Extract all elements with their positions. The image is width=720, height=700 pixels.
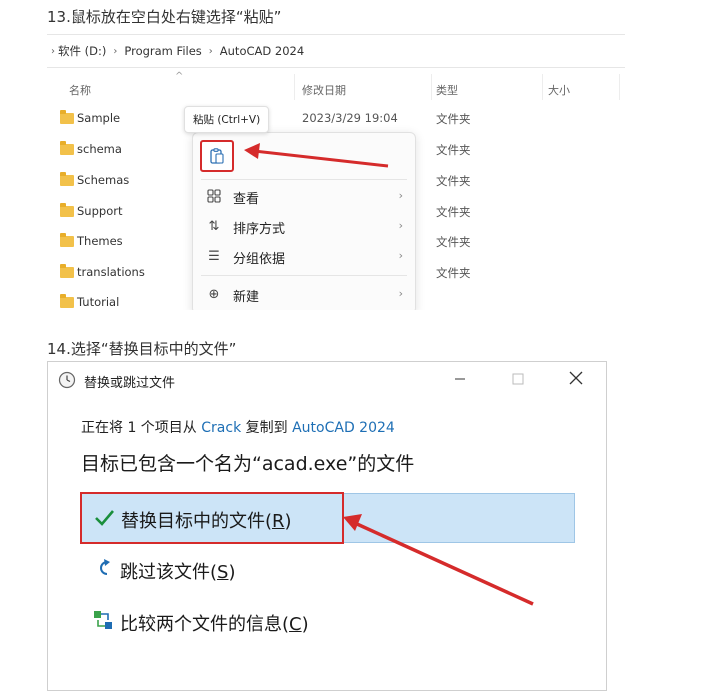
annotation-arrow-replace <box>343 514 534 606</box>
